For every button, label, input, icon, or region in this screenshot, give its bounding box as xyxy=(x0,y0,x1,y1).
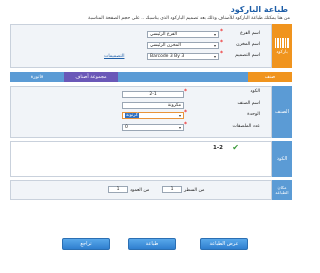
item-name-input-value: مكرونة xyxy=(167,103,181,108)
designs-link[interactable]: التصميمات xyxy=(104,54,124,59)
stepper-icon[interactable]: ▾ xyxy=(179,125,181,130)
warehouse-required-mark: * xyxy=(220,39,223,46)
settings-side-label: باركود xyxy=(276,49,288,55)
page-subtitle: من هنا يمكنك طباعة الباركود للأصناف وذلك… xyxy=(88,16,290,21)
barcode-entry[interactable]: 1-2 ✔ xyxy=(213,143,239,152)
tab-category[interactable]: صنف xyxy=(248,72,292,82)
settings-panel xyxy=(10,24,272,68)
branch-label: اسم الفرع xyxy=(240,31,260,36)
design-select-value: Barcode 3 By 3 xyxy=(150,54,185,59)
tab-invoice-label: فاتورة xyxy=(30,74,44,80)
item-name-input[interactable]: مكرونة xyxy=(122,102,184,109)
barcodes-side: الكود xyxy=(272,141,292,177)
warehouse-select-value: المخزن الرئيسي xyxy=(150,43,181,48)
branch-required-mark: * xyxy=(220,28,223,35)
labels-count-input-value: 0 xyxy=(125,125,128,130)
from-col-input-value: 1 xyxy=(116,187,120,192)
design-select[interactable]: ▾ Barcode 3 By 3 xyxy=(147,53,219,60)
print-location-side-label: مكان الطباعة xyxy=(275,184,289,195)
code-label: الكود xyxy=(250,89,260,94)
chevron-down-icon: ▾ xyxy=(213,43,216,48)
design-label: اسم التصميم xyxy=(235,53,260,58)
print-button-label: طباعة xyxy=(145,241,159,247)
from-row-label: من السطر xyxy=(184,188,205,193)
item-side-label: الصنف xyxy=(275,109,289,115)
cancel-button-label: تراجع xyxy=(80,241,92,247)
barcodes-side-label: الكود xyxy=(276,156,288,162)
settings-side: باركود xyxy=(272,24,292,68)
item-side: الصنف xyxy=(272,86,292,138)
code-input[interactable]: 2-1 xyxy=(122,91,184,98)
from-row-input-value: 1 xyxy=(170,187,174,192)
branch-select[interactable]: ▾ الفرع الرئيسي xyxy=(147,31,219,38)
labels-count-input[interactable]: ▾ 0 xyxy=(122,124,184,131)
labels-count-label: عدد الملصقات xyxy=(232,124,260,129)
print-preview-button[interactable]: عرض الطباعة xyxy=(200,238,248,250)
chevron-down-icon: ▾ xyxy=(178,113,181,118)
checkmark-icon: ✔ xyxy=(232,142,239,152)
barcode-entry-value: 1-2 xyxy=(213,144,223,151)
item-name-label: اسم الصنف xyxy=(237,101,260,106)
design-required-mark: * xyxy=(220,50,223,57)
warehouse-label: اسم المخزن xyxy=(236,42,260,47)
labels-count-required-mark: * xyxy=(184,121,187,128)
print-preview-button-label: عرض الطباعة xyxy=(209,241,239,247)
cancel-button[interactable]: تراجع xyxy=(62,238,110,250)
unit-required-mark: * xyxy=(184,109,187,116)
tab-bar: فاتورة مجموعة أصناف صنف xyxy=(10,72,292,82)
tab-spacer xyxy=(118,72,248,82)
tab-item-group[interactable]: مجموعة أصناف xyxy=(64,72,118,82)
from-col-input[interactable]: 1 xyxy=(108,186,128,193)
code-input-value: 2-1 xyxy=(149,92,157,97)
tab-item-group-label: مجموعة أصناف xyxy=(75,74,107,80)
code-required-mark: * xyxy=(184,88,187,95)
tab-category-label: صنف xyxy=(264,74,276,80)
chevron-down-icon: ▾ xyxy=(213,54,216,59)
chevron-down-icon: ▾ xyxy=(213,32,216,37)
tab-invoice[interactable]: فاتورة xyxy=(10,72,64,82)
unit-label: الوحدة xyxy=(247,112,260,117)
barcode-icon xyxy=(275,37,289,48)
unit-select[interactable]: ▾ كرتونة xyxy=(122,112,184,119)
print-button[interactable]: طباعة xyxy=(128,238,176,250)
from-col-label: من العمود xyxy=(130,188,150,193)
print-location-side: مكان الطباعة xyxy=(272,180,292,200)
branch-select-value: الفرع الرئيسي xyxy=(150,32,177,37)
from-row-input[interactable]: 1 xyxy=(162,186,182,193)
unit-select-value: كرتونة xyxy=(125,113,139,118)
page-title: طباعة الباركود xyxy=(230,5,288,14)
warehouse-select[interactable]: ▾ المخزن الرئيسي xyxy=(147,42,219,49)
